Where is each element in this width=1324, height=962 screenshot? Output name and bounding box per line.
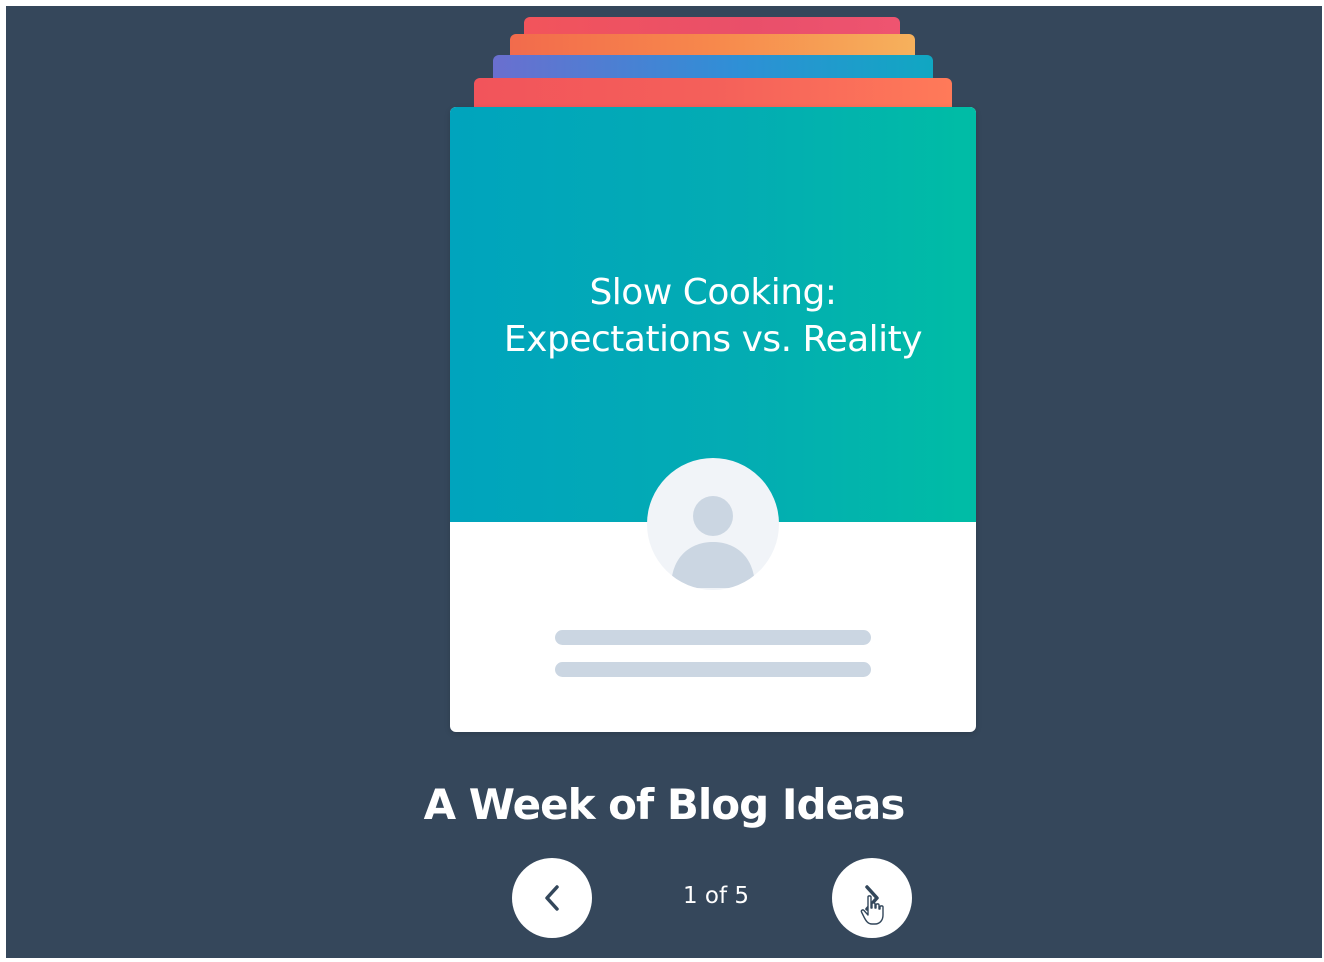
card-title-line-2: Expectations vs. Reality bbox=[503, 319, 923, 360]
slide-counter: 1 of 5 bbox=[682, 883, 750, 909]
card-title-line-1: Slow Cooking: bbox=[589, 272, 837, 313]
chevron-left-icon bbox=[545, 885, 559, 911]
placeholder-line bbox=[555, 662, 871, 677]
placeholder-line bbox=[555, 630, 871, 645]
carousel-stage: Slow Cooking: Expectations vs. Reality A… bbox=[6, 6, 1322, 958]
card-title: Slow Cooking: Expectations vs. Reality bbox=[470, 269, 956, 363]
user-avatar-icon bbox=[647, 458, 779, 590]
carousel-heading: A Week of Blog Ideas bbox=[423, 780, 906, 829]
previous-button[interactable] bbox=[512, 858, 592, 938]
blog-idea-card: Slow Cooking: Expectations vs. Reality bbox=[450, 107, 976, 732]
hand-cursor-icon bbox=[860, 895, 884, 925]
